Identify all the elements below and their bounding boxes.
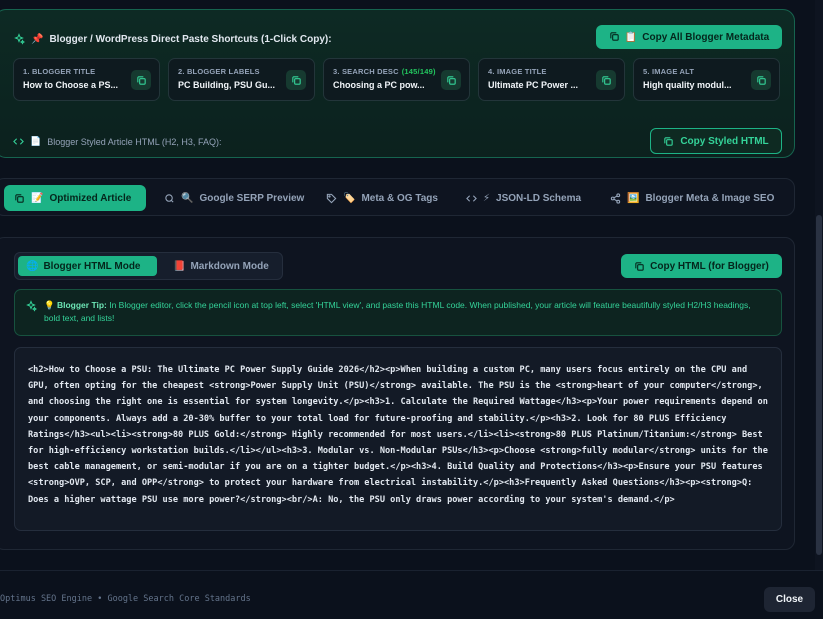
tab-emoji: 🏷️ bbox=[343, 192, 356, 204]
tab-blogger-meta-image-seo[interactable]: 🖼️ Blogger Meta & Image SEO bbox=[600, 185, 784, 211]
copy-styled-label: Copy Styled HTML bbox=[680, 135, 769, 147]
field-card-image-alt: 5. IMAGE ALT High quality modul... bbox=[633, 58, 780, 101]
tab-label: JSON-LD Schema bbox=[496, 192, 582, 204]
html-code-output[interactable]: <h2>How to Choose a PSU: The Ultimate PC… bbox=[14, 347, 782, 531]
shortcuts-title: Blogger / WordPress Direct Paste Shortcu… bbox=[49, 33, 332, 45]
copy-all-metadata-button[interactable]: 📋 Copy All Blogger Metadata bbox=[596, 25, 782, 49]
copy-icon bbox=[756, 75, 766, 85]
tab-emoji: 🔍 bbox=[181, 192, 194, 204]
footer: Optimus SEO Engine • Google Search Core … bbox=[0, 570, 823, 619]
mode-toggle: 🌐 Blogger HTML Mode 📕 Markdown Mode bbox=[14, 252, 283, 280]
field-value: Choosing a PC pow... bbox=[333, 80, 425, 90]
metadata-field-cards: 1. BLOGGER TITLE How to Choose a PS... 2… bbox=[13, 58, 780, 101]
copy-field-button[interactable] bbox=[286, 70, 306, 90]
share-icon bbox=[610, 192, 621, 204]
document-icon bbox=[15, 193, 24, 203]
shortcuts-header: 📌 Blogger / WordPress Direct Paste Short… bbox=[13, 30, 332, 48]
tip-text: In Blogger editor, click the pencil icon… bbox=[44, 300, 751, 323]
field-card-blogger-labels: 2. BLOGGER LABELS PC Building, PSU Gu... bbox=[168, 58, 315, 101]
char-count: (145/149) bbox=[401, 67, 436, 76]
close-button[interactable]: Close bbox=[764, 587, 815, 612]
sparkles-icon bbox=[26, 300, 37, 312]
field-card-blogger-title: 1. BLOGGER TITLE How to Choose a PS... bbox=[13, 58, 160, 101]
tab-google-serp-preview[interactable]: 🔍 Google SERP Preview bbox=[154, 185, 314, 211]
tab-optimized-article[interactable]: 📝 Optimized Article bbox=[4, 185, 146, 211]
tab-label: Blogger Meta & Image SEO bbox=[645, 192, 775, 204]
sparkles-icon bbox=[13, 30, 25, 48]
clipboard-icon: 📋 bbox=[624, 31, 638, 43]
tip-title: Blogger Tip: bbox=[56, 300, 107, 310]
tag-icon bbox=[326, 193, 337, 203]
code-icon bbox=[466, 194, 477, 202]
tab-emoji: 📝 bbox=[31, 192, 44, 204]
tab-json-ld-schema[interactable]: ⚡ JSON-LD Schema bbox=[456, 185, 591, 211]
tab-label: Google SERP Preview bbox=[199, 192, 305, 204]
styled-html-label: Blogger Styled Article HTML (H2, H3, FAQ… bbox=[47, 136, 222, 147]
tab-meta-og-tags[interactable]: 🏷️ Meta & OG Tags bbox=[316, 185, 448, 211]
copy-html-button[interactable]: Copy HTML (for Blogger) bbox=[621, 254, 782, 278]
copy-icon bbox=[446, 75, 456, 85]
copy-icon bbox=[609, 31, 620, 42]
copy-icon bbox=[136, 75, 146, 85]
copy-icon bbox=[601, 75, 611, 85]
tab-label: Optimized Article bbox=[49, 192, 132, 204]
pin-icon: 📌 bbox=[31, 33, 44, 45]
field-card-image-title: 4. IMAGE TITLE Ultimate PC Power ... bbox=[478, 58, 625, 101]
field-card-search-desc: 3. SEARCH DESC (145/149) Choosing a PC po… bbox=[323, 58, 470, 101]
copy-html-label: Copy HTML (for Blogger) bbox=[650, 260, 769, 272]
field-value: PC Building, PSU Gu... bbox=[178, 80, 276, 90]
copy-field-button[interactable] bbox=[751, 70, 771, 90]
copy-icon bbox=[664, 136, 674, 146]
tab-bar: 📝 Optimized Article 🔍 Google SERP Previe… bbox=[0, 178, 795, 216]
copy-all-label: Copy All Blogger Metadata bbox=[642, 31, 770, 43]
styled-html-row: 📄 Blogger Styled Article HTML (H2, H3, F… bbox=[13, 136, 221, 147]
copy-field-button[interactable] bbox=[441, 70, 461, 90]
shortcuts-panel: 📌 Blogger / WordPress Direct Paste Short… bbox=[0, 9, 795, 158]
blogger-html-mode-button[interactable]: 🌐 Blogger HTML Mode bbox=[18, 256, 157, 276]
search-icon bbox=[165, 193, 174, 203]
tab-emoji: 🖼️ bbox=[627, 192, 640, 204]
article-panel: 🌐 Blogger HTML Mode 📕 Markdown Mode Copy… bbox=[0, 237, 795, 550]
field-value: Ultimate PC Power ... bbox=[488, 80, 579, 90]
tab-label: Meta & OG Tags bbox=[361, 192, 438, 204]
code-icon bbox=[13, 138, 24, 145]
lightbulb-icon: 💡 bbox=[44, 300, 55, 310]
book-icon: 📕 bbox=[173, 260, 186, 272]
field-value: How to Choose a PS... bbox=[23, 80, 119, 90]
tab-emoji: ⚡ bbox=[483, 192, 491, 204]
copy-icon bbox=[635, 261, 644, 271]
document-icon: 📄 bbox=[30, 136, 42, 146]
copy-icon bbox=[291, 75, 301, 85]
footer-text: Optimus SEO Engine • Google Search Core … bbox=[0, 594, 251, 604]
copy-field-button[interactable] bbox=[131, 70, 151, 90]
mode-label: Blogger HTML Mode bbox=[43, 260, 141, 272]
mode-label: Markdown Mode bbox=[190, 260, 269, 272]
markdown-mode-button[interactable]: 📕 Markdown Mode bbox=[165, 256, 277, 276]
copy-styled-html-button[interactable]: Copy Styled HTML bbox=[650, 128, 782, 154]
blogger-tip: 💡 Blogger Tip: In Blogger editor, click … bbox=[14, 289, 782, 336]
copy-field-button[interactable] bbox=[596, 70, 616, 90]
scrollbar-thumb[interactable] bbox=[816, 215, 822, 555]
field-value: High quality modul... bbox=[643, 80, 732, 90]
globe-icon: 🌐 bbox=[26, 260, 39, 272]
